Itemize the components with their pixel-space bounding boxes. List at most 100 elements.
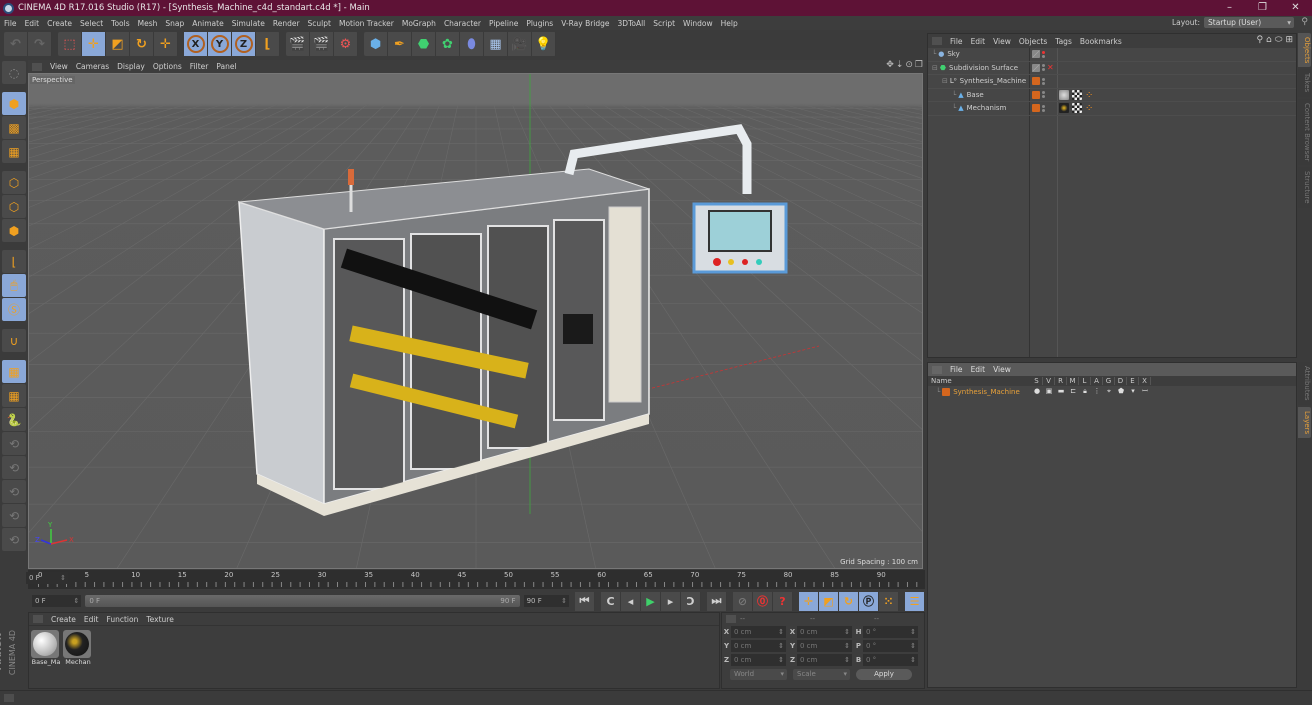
visibility-toggle-icon[interactable] (1042, 104, 1045, 112)
coordinate-space-dropdown[interactable]: World (730, 669, 787, 680)
texture-tag[interactable] (1072, 89, 1082, 100)
frame-range-slider[interactable]: 0 F 90 F (85, 595, 520, 607)
scale-button[interactable]: ◩ (106, 32, 130, 56)
manager-icon[interactable]: ⊏ (1067, 387, 1079, 396)
position-field[interactable]: 0 cm (731, 639, 786, 652)
search-icon[interactable]: ⚲ (1301, 17, 1308, 27)
point-level-button[interactable]: ⁙ (879, 591, 899, 611)
keyframe-selection-button[interactable]: ? (773, 591, 793, 611)
tab-objects[interactable]: Objects (1298, 33, 1311, 68)
menu-sculpt[interactable]: Sculpt (304, 19, 335, 28)
menu-snap[interactable]: Snap (161, 19, 188, 28)
step-back-button[interactable]: ◂ (621, 591, 641, 611)
points-mode-button[interactable]: ⬡ (2, 171, 26, 194)
menu-plugins[interactable]: Plugins (522, 19, 557, 28)
viewport-menu-options[interactable]: Options (149, 62, 186, 71)
autokey-button[interactable]: ⓪ (753, 591, 773, 611)
step-forward-button[interactable]: ▸ (661, 591, 681, 611)
viewport-menu-view[interactable]: View (46, 62, 72, 71)
object-menu-tags[interactable]: Tags (1051, 37, 1076, 46)
flag-column-m[interactable]: M (1067, 377, 1079, 385)
rotation-field[interactable]: 0 ° (863, 653, 918, 666)
planar-workplane-button[interactable]: ▦ (2, 384, 26, 407)
orbit-icon[interactable]: ⊙ (905, 60, 913, 70)
scale-key-button[interactable]: ◩ (819, 591, 839, 611)
ik-p-button[interactable]: ⟲ (2, 456, 26, 479)
camera-button[interactable]: 🎥 (508, 32, 532, 56)
menu-simulate[interactable]: Simulate (228, 19, 269, 28)
ik-r-button[interactable]: ⟲ (2, 480, 26, 503)
size-field[interactable]: 0 cm (797, 639, 852, 652)
menu-motion-tracker[interactable]: Motion Tracker (335, 19, 398, 28)
tab-structure[interactable]: Structure (1298, 167, 1311, 208)
y-axis-button[interactable]: Y (208, 32, 232, 56)
layer-menu-file[interactable]: File (946, 365, 967, 374)
layer-swatch[interactable] (1032, 63, 1040, 72)
tab-attributes[interactable]: Attributes (1298, 362, 1311, 405)
collapse-icon[interactable]: ⬭ (1275, 35, 1283, 45)
timeline-ruler[interactable]: 0 F 0 5 10 15 20 25 30 35 40 45 50 55 60 65 70 75 80 85 90 (26, 570, 925, 589)
play-button[interactable]: ▶ (641, 591, 661, 611)
flag-column-g[interactable]: G (1103, 377, 1115, 385)
recent-tool-button[interactable]: ✛ (154, 32, 178, 56)
rotation-key-button[interactable]: ↻ (839, 591, 859, 611)
viewport-menu-filter[interactable]: Filter (186, 62, 213, 71)
object-menu-bookmarks[interactable]: Bookmarks (1076, 37, 1126, 46)
object-menu-objects[interactable]: Objects (1015, 37, 1051, 46)
panel-grip-icon[interactable] (726, 614, 736, 623)
go-to-end-button[interactable]: ⏭ (707, 591, 727, 611)
tweak-mode-button[interactable]: 🖱 (2, 274, 26, 297)
menu-mesh[interactable]: Mesh (134, 19, 162, 28)
visibility-toggle-icon[interactable] (1042, 50, 1045, 58)
object-menu-edit[interactable]: Edit (967, 37, 990, 46)
menu-render[interactable]: Render (269, 19, 304, 28)
texture-mode-button[interactable]: ▩ (2, 116, 26, 139)
material-tag[interactable] (1059, 103, 1069, 114)
render-picture-viewer-button[interactable]: 🎬 (310, 32, 334, 56)
material-item[interactable]: Base_Ma (31, 630, 61, 666)
flag-column-v[interactable]: V (1043, 377, 1055, 385)
layer-color-swatch[interactable] (942, 387, 951, 396)
render-view-button[interactable]: 🎬 (286, 32, 310, 56)
xref-icon[interactable]: ꟷ (1139, 387, 1151, 396)
position-key-button[interactable]: ✛ (799, 591, 819, 611)
menu-window[interactable]: Window (679, 19, 717, 28)
apply-button[interactable]: Apply (856, 669, 912, 680)
rotate-button[interactable]: ↻ (130, 32, 154, 56)
tab-content-browser[interactable]: Content Browser (1298, 98, 1311, 166)
render-settings-button[interactable]: ⚙ (334, 32, 358, 56)
rotation-field[interactable]: 0 ° (863, 625, 918, 638)
visibility-toggle-icon[interactable] (1042, 77, 1045, 85)
deformer-button[interactable]: ⬮ (460, 32, 484, 56)
position-field[interactable]: 0 cm (731, 625, 786, 638)
flag-column-a[interactable]: A (1091, 377, 1103, 385)
close-button[interactable]: ✕ (1279, 0, 1312, 16)
expressions-icon[interactable]: ▾ (1127, 387, 1139, 396)
disabled-icon[interactable]: ✕ (1047, 63, 1054, 72)
menu-create[interactable]: Create (43, 19, 76, 28)
tab-takes[interactable]: Takes (1298, 69, 1311, 97)
layer-menu-view[interactable]: View (989, 365, 1015, 374)
viewport-menu-cameras[interactable]: Cameras (72, 62, 113, 71)
visible-render-icon[interactable]: ▬ (1055, 387, 1067, 396)
menu-script[interactable]: Script (649, 19, 679, 28)
minimize-button[interactable]: – (1213, 0, 1246, 16)
tree-branch-icon[interactable]: ⊟ (942, 77, 948, 85)
generators-icon[interactable]: ⌖ (1103, 387, 1115, 396)
material-menu-create[interactable]: Create (47, 615, 80, 624)
go-to-start-button[interactable]: ⏮ (575, 591, 595, 611)
phong-tag[interactable]: ⁘ (1085, 90, 1095, 101)
menu-3dtoall[interactable]: 3DToAll (614, 19, 650, 28)
menu-pipeline[interactable]: Pipeline (485, 19, 522, 28)
menu-character[interactable]: Character (440, 19, 485, 28)
rotation-field[interactable]: 0 ° (863, 639, 918, 652)
size-field[interactable]: 0 cm (797, 653, 852, 666)
solo-toggle-icon[interactable]: ● (1031, 387, 1043, 396)
coordinate-system-button[interactable]: ⌊ (256, 32, 280, 56)
flag-column-s[interactable]: S (1031, 377, 1043, 385)
menu-help[interactable]: Help (717, 19, 742, 28)
snap-button[interactable]: ∪ (2, 329, 26, 352)
undo-button[interactable]: ↶ (4, 32, 28, 56)
size-field[interactable]: 0 cm (797, 625, 852, 638)
end-frame-field[interactable]: 90 F (523, 595, 569, 607)
